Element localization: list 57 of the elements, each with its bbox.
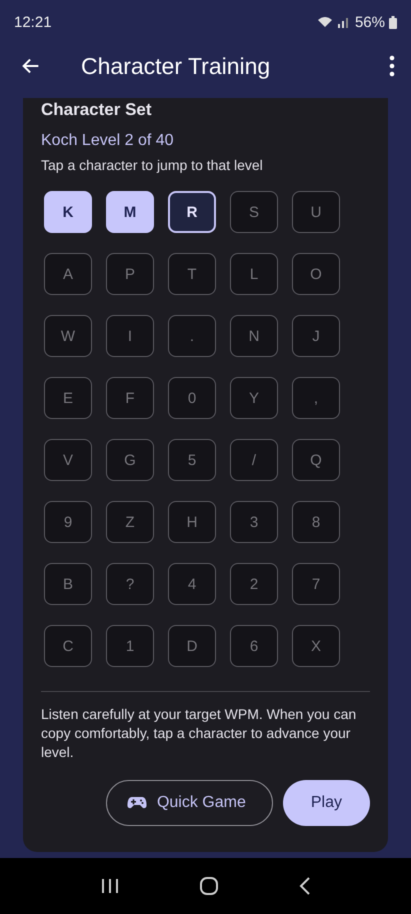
- character-key[interactable]: 2: [230, 563, 278, 605]
- character-key[interactable]: 9: [44, 501, 92, 543]
- screen-title: Character Training: [81, 52, 272, 80]
- status-time: 12:21: [14, 14, 52, 30]
- character-key[interactable]: N: [230, 315, 278, 357]
- character-key[interactable]: 4: [168, 563, 216, 605]
- character-key[interactable]: .: [168, 315, 216, 357]
- hint-text: Tap a character to jump to that level: [41, 157, 264, 173]
- character-key[interactable]: I: [106, 315, 154, 357]
- quick-game-button[interactable]: Quick Game: [106, 780, 273, 826]
- character-key[interactable]: B: [44, 563, 92, 605]
- character-key[interactable]: P: [106, 253, 154, 295]
- card-title: Character Set: [41, 100, 153, 121]
- character-key[interactable]: G: [106, 439, 154, 481]
- battery-icon: [389, 16, 397, 28]
- home-icon[interactable]: [198, 876, 218, 896]
- character-key[interactable]: S: [230, 191, 278, 233]
- recent-apps-icon[interactable]: [100, 878, 120, 894]
- character-key[interactable]: 3: [230, 501, 278, 543]
- level-label: Koch Level 2 of 40: [41, 132, 175, 150]
- back-icon[interactable]: [298, 877, 312, 895]
- character-key[interactable]: U: [292, 191, 340, 233]
- wifi-icon: [316, 16, 333, 28]
- gamepad-icon: [126, 796, 147, 810]
- character-key[interactable]: 1: [106, 625, 154, 667]
- character-key[interactable]: L: [230, 253, 278, 295]
- character-key[interactable]: 0: [168, 377, 216, 419]
- character-key[interactable]: R: [168, 191, 216, 233]
- character-key[interactable]: D: [168, 625, 216, 667]
- character-key[interactable]: /: [230, 439, 278, 481]
- character-key[interactable]: C: [44, 625, 92, 667]
- character-key[interactable]: V: [44, 439, 92, 481]
- more-options-icon[interactable]: [389, 55, 395, 77]
- character-key[interactable]: 5: [168, 439, 216, 481]
- character-key[interactable]: X: [292, 625, 340, 667]
- battery-percent: 56%: [354, 14, 385, 30]
- character-key[interactable]: ,: [292, 377, 340, 419]
- character-key[interactable]: O: [292, 253, 340, 295]
- character-key[interactable]: Q: [292, 439, 340, 481]
- character-key[interactable]: T: [168, 253, 216, 295]
- character-key[interactable]: J: [292, 315, 340, 357]
- character-key[interactable]: ?: [106, 563, 154, 605]
- character-key[interactable]: 7: [292, 563, 340, 605]
- play-button[interactable]: Play: [282, 780, 370, 826]
- character-key[interactable]: H: [168, 501, 216, 543]
- character-key[interactable]: M: [106, 191, 154, 233]
- character-key[interactable]: 8: [292, 501, 340, 543]
- character-key[interactable]: Z: [106, 501, 154, 543]
- character-key[interactable]: W: [44, 315, 92, 357]
- character-key[interactable]: A: [44, 253, 92, 295]
- character-key[interactable]: Y: [230, 377, 278, 419]
- character-key[interactable]: E: [44, 377, 92, 419]
- instructions-text: Listen carefully at your target WPM. When you can copy comfortably, tap a character to advance your level.: [41, 705, 358, 762]
- character-key[interactable]: K: [44, 191, 92, 233]
- signal-icon: [336, 16, 351, 28]
- character-key[interactable]: 6: [230, 625, 278, 667]
- character-key[interactable]: F: [106, 377, 154, 419]
